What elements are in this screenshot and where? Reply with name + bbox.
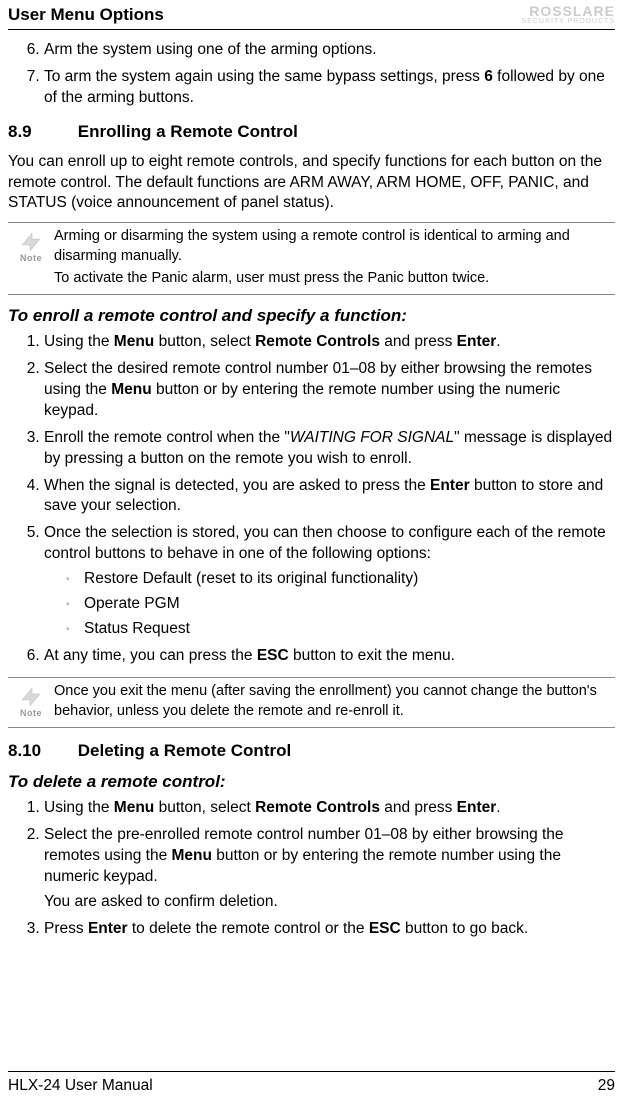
section-number: 8.9: [8, 121, 73, 144]
list-item: Select the pre-enrolled remote control n…: [44, 825, 615, 913]
header-title: User Menu Options: [8, 4, 164, 27]
note-line: Arming or disarming the system using a r…: [54, 227, 615, 266]
subheading-enroll: To enroll a remote control and specify a…: [8, 305, 615, 328]
section-title: Deleting a Remote Control: [78, 741, 291, 760]
bullet-item: Operate PGM: [84, 594, 615, 615]
list-item: Arm the system using one of the arming o…: [44, 40, 615, 61]
section-heading-8-9: 8.9 Enrolling a Remote Control: [8, 121, 615, 144]
note-icon: Note: [8, 682, 54, 719]
list-item: Using the Menu button, select Remote Con…: [44, 332, 615, 353]
enroll-steps: Using the Menu button, select Remote Con…: [8, 332, 615, 667]
delete-steps: Using the Menu button, select Remote Con…: [8, 798, 615, 940]
list-item: Once the selection is stored, you can th…: [44, 523, 615, 640]
page-header: User Menu Options ROSSLARE SECURITY PROD…: [8, 0, 615, 30]
intro-paragraph: You can enroll up to eight remote contro…: [8, 152, 615, 215]
note-box-2: Note Once you exit the menu (after savin…: [8, 677, 615, 728]
footer-left: HLX-24 User Manual: [8, 1076, 153, 1097]
list-item: Enroll the remote control when the "WAIT…: [44, 428, 615, 470]
note-icon: Note: [8, 227, 54, 264]
list-item: Select the desired remote control number…: [44, 359, 615, 422]
top-ordered-list: Arm the system using one of the arming o…: [8, 40, 615, 109]
note-line: Once you exit the menu (after saving the…: [54, 682, 615, 721]
brand-subtitle: SECURITY PRODUCTS: [522, 18, 616, 25]
page: User Menu Options ROSSLARE SECURITY PROD…: [0, 0, 633, 1111]
note-label: Note: [20, 707, 42, 719]
bullet-item: Status Request: [84, 619, 615, 640]
note-box-1: Note Arming or disarming the system usin…: [8, 222, 615, 295]
note-line: To activate the Panic alarm, user must p…: [54, 269, 615, 289]
bullet-item: Restore Default (reset to its original f…: [84, 569, 615, 590]
follow-text: You are asked to confirm deletion.: [44, 892, 615, 913]
note-text: Arming or disarming the system using a r…: [54, 227, 615, 290]
section-number: 8.10: [8, 740, 73, 763]
options-bullets: Restore Default (reset to its original f…: [44, 569, 615, 640]
note-label: Note: [20, 252, 42, 264]
brand-name: ROSSLARE: [522, 4, 616, 18]
list-item: To arm the system again using the same b…: [44, 67, 615, 109]
footer-page-number: 29: [598, 1076, 615, 1097]
page-footer: HLX-24 User Manual 29: [8, 1071, 615, 1097]
brand-logo: ROSSLARE SECURITY PRODUCTS: [522, 4, 616, 25]
section-title: Enrolling a Remote Control: [78, 122, 298, 141]
section-heading-8-10: 8.10 Deleting a Remote Control: [8, 740, 615, 763]
list-item: Press Enter to delete the remote control…: [44, 919, 615, 940]
list-item: At any time, you can press the ESC butto…: [44, 646, 615, 667]
list-item: Using the Menu button, select Remote Con…: [44, 798, 615, 819]
subheading-delete: To delete a remote control:: [8, 771, 615, 794]
list-item: When the signal is detected, you are ask…: [44, 476, 615, 518]
note-text: Once you exit the menu (after saving the…: [54, 682, 615, 723]
